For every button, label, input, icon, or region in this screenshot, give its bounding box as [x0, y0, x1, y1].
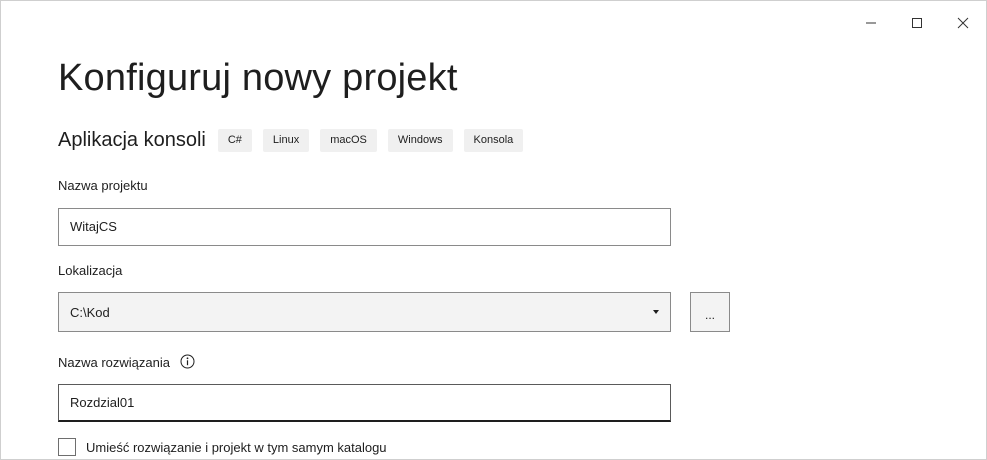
- maximize-icon: [912, 18, 922, 28]
- page-title: Konfiguruj nowy projekt: [58, 57, 458, 99]
- same-directory-checkbox[interactable]: [58, 438, 76, 456]
- close-button[interactable]: [940, 1, 986, 45]
- project-name-input[interactable]: WitajCS: [58, 208, 671, 246]
- tag-platform-macos: macOS: [320, 129, 377, 152]
- location-combobox[interactable]: C:\Kod: [58, 292, 671, 332]
- tag-project-type: Konsola: [463, 129, 524, 152]
- solution-name-label-row: Nazwa rozwiązania: [58, 354, 195, 372]
- minimize-icon: [866, 22, 876, 24]
- template-info: Aplikacja konsoli C# Linux macOS Windows…: [58, 129, 534, 152]
- window-controls: [848, 1, 986, 45]
- project-name-label: Nazwa projektu: [58, 178, 148, 193]
- close-icon: [957, 17, 969, 29]
- solution-name-label: Nazwa rozwiązania: [58, 355, 170, 370]
- solution-name-input[interactable]: Rozdzial01: [58, 384, 671, 422]
- dropdown-arrow-icon[interactable]: [642, 309, 670, 315]
- info-icon[interactable]: [180, 354, 195, 372]
- maximize-button[interactable]: [894, 1, 940, 45]
- dialog-window: Konfiguruj nowy projekt Aplikacja konsol…: [0, 0, 987, 460]
- same-directory-label: Umieść rozwiązanie i projekt w tym samym…: [86, 439, 387, 455]
- minimize-button[interactable]: [848, 1, 894, 45]
- tag-language: C#: [217, 129, 252, 152]
- template-name: Aplikacja konsoli: [58, 129, 206, 151]
- location-value: C:\Kod: [70, 304, 110, 320]
- same-directory-option[interactable]: Umieść rozwiązanie i projekt w tym samym…: [58, 438, 387, 456]
- location-label: Lokalizacja: [58, 263, 123, 278]
- tag-platform-linux: Linux: [262, 129, 310, 152]
- browse-location-button[interactable]: ...: [690, 292, 730, 332]
- tag-platform-windows: Windows: [387, 129, 453, 152]
